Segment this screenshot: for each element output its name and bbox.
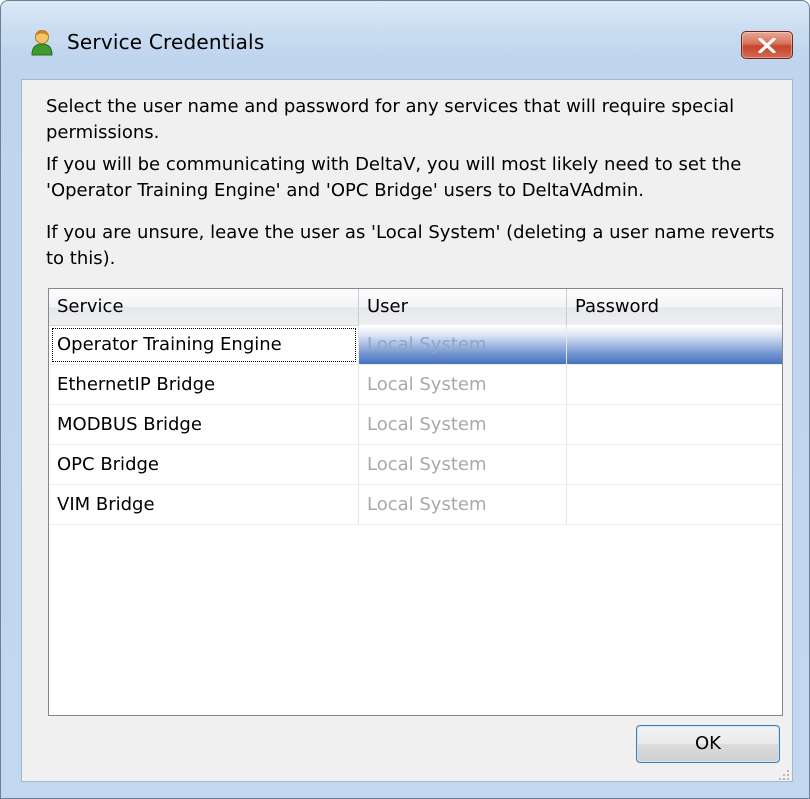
close-button[interactable] [741,31,793,59]
table-row[interactable]: OPC Bridge Local System [49,445,782,485]
password-cell[interactable] [567,485,782,525]
user-cell[interactable]: Local System [359,405,567,445]
password-cell[interactable] [567,445,782,485]
password-cell[interactable] [567,405,782,445]
table-row[interactable]: MODBUS Bridge Local System [49,405,782,445]
column-header-service[interactable]: Service [49,289,359,325]
instruction-text-1: Select the user name and password for an… [46,96,735,143]
service-cell[interactable]: VIM Bridge [49,485,359,525]
password-cell[interactable] [567,325,782,365]
credentials-table[interactable]: Service User Password Operator Training … [48,288,783,716]
table-row[interactable]: VIM Bridge Local System [49,485,782,525]
service-cell[interactable]: Operator Training Engine [49,325,359,365]
user-icon [29,28,55,56]
service-cell[interactable]: OPC Bridge [49,445,359,485]
window-title: Service Credentials [67,30,265,54]
resize-grip-icon[interactable] [776,766,790,780]
user-cell[interactable]: Local System [359,485,567,525]
ok-button[interactable]: OK [636,725,780,763]
user-cell[interactable]: Local System [359,365,567,405]
close-icon [758,38,776,53]
service-cell[interactable]: EthernetIP Bridge [49,365,359,405]
service-credentials-dialog: Service Credentials Select the user name… [0,0,810,799]
instruction-text-2: If you will be communicating with DeltaV… [46,154,742,201]
instruction-text-3: If you are unsure, leave the user as 'Lo… [46,222,775,269]
user-cell[interactable]: Local System [359,325,567,365]
title-bar[interactable]: Service Credentials [1,1,809,81]
user-cell[interactable]: Local System [359,445,567,485]
dialog-content: Select the user name and password for an… [21,79,793,782]
table-row[interactable]: EthernetIP Bridge Local System [49,365,782,405]
column-header-password[interactable]: Password [567,289,782,325]
password-cell[interactable] [567,365,782,405]
table-row[interactable]: Operator Training Engine Local System [49,325,782,365]
column-header-user[interactable]: User [359,289,567,325]
table-header: Service User Password [49,289,782,326]
service-cell[interactable]: MODBUS Bridge [49,405,359,445]
